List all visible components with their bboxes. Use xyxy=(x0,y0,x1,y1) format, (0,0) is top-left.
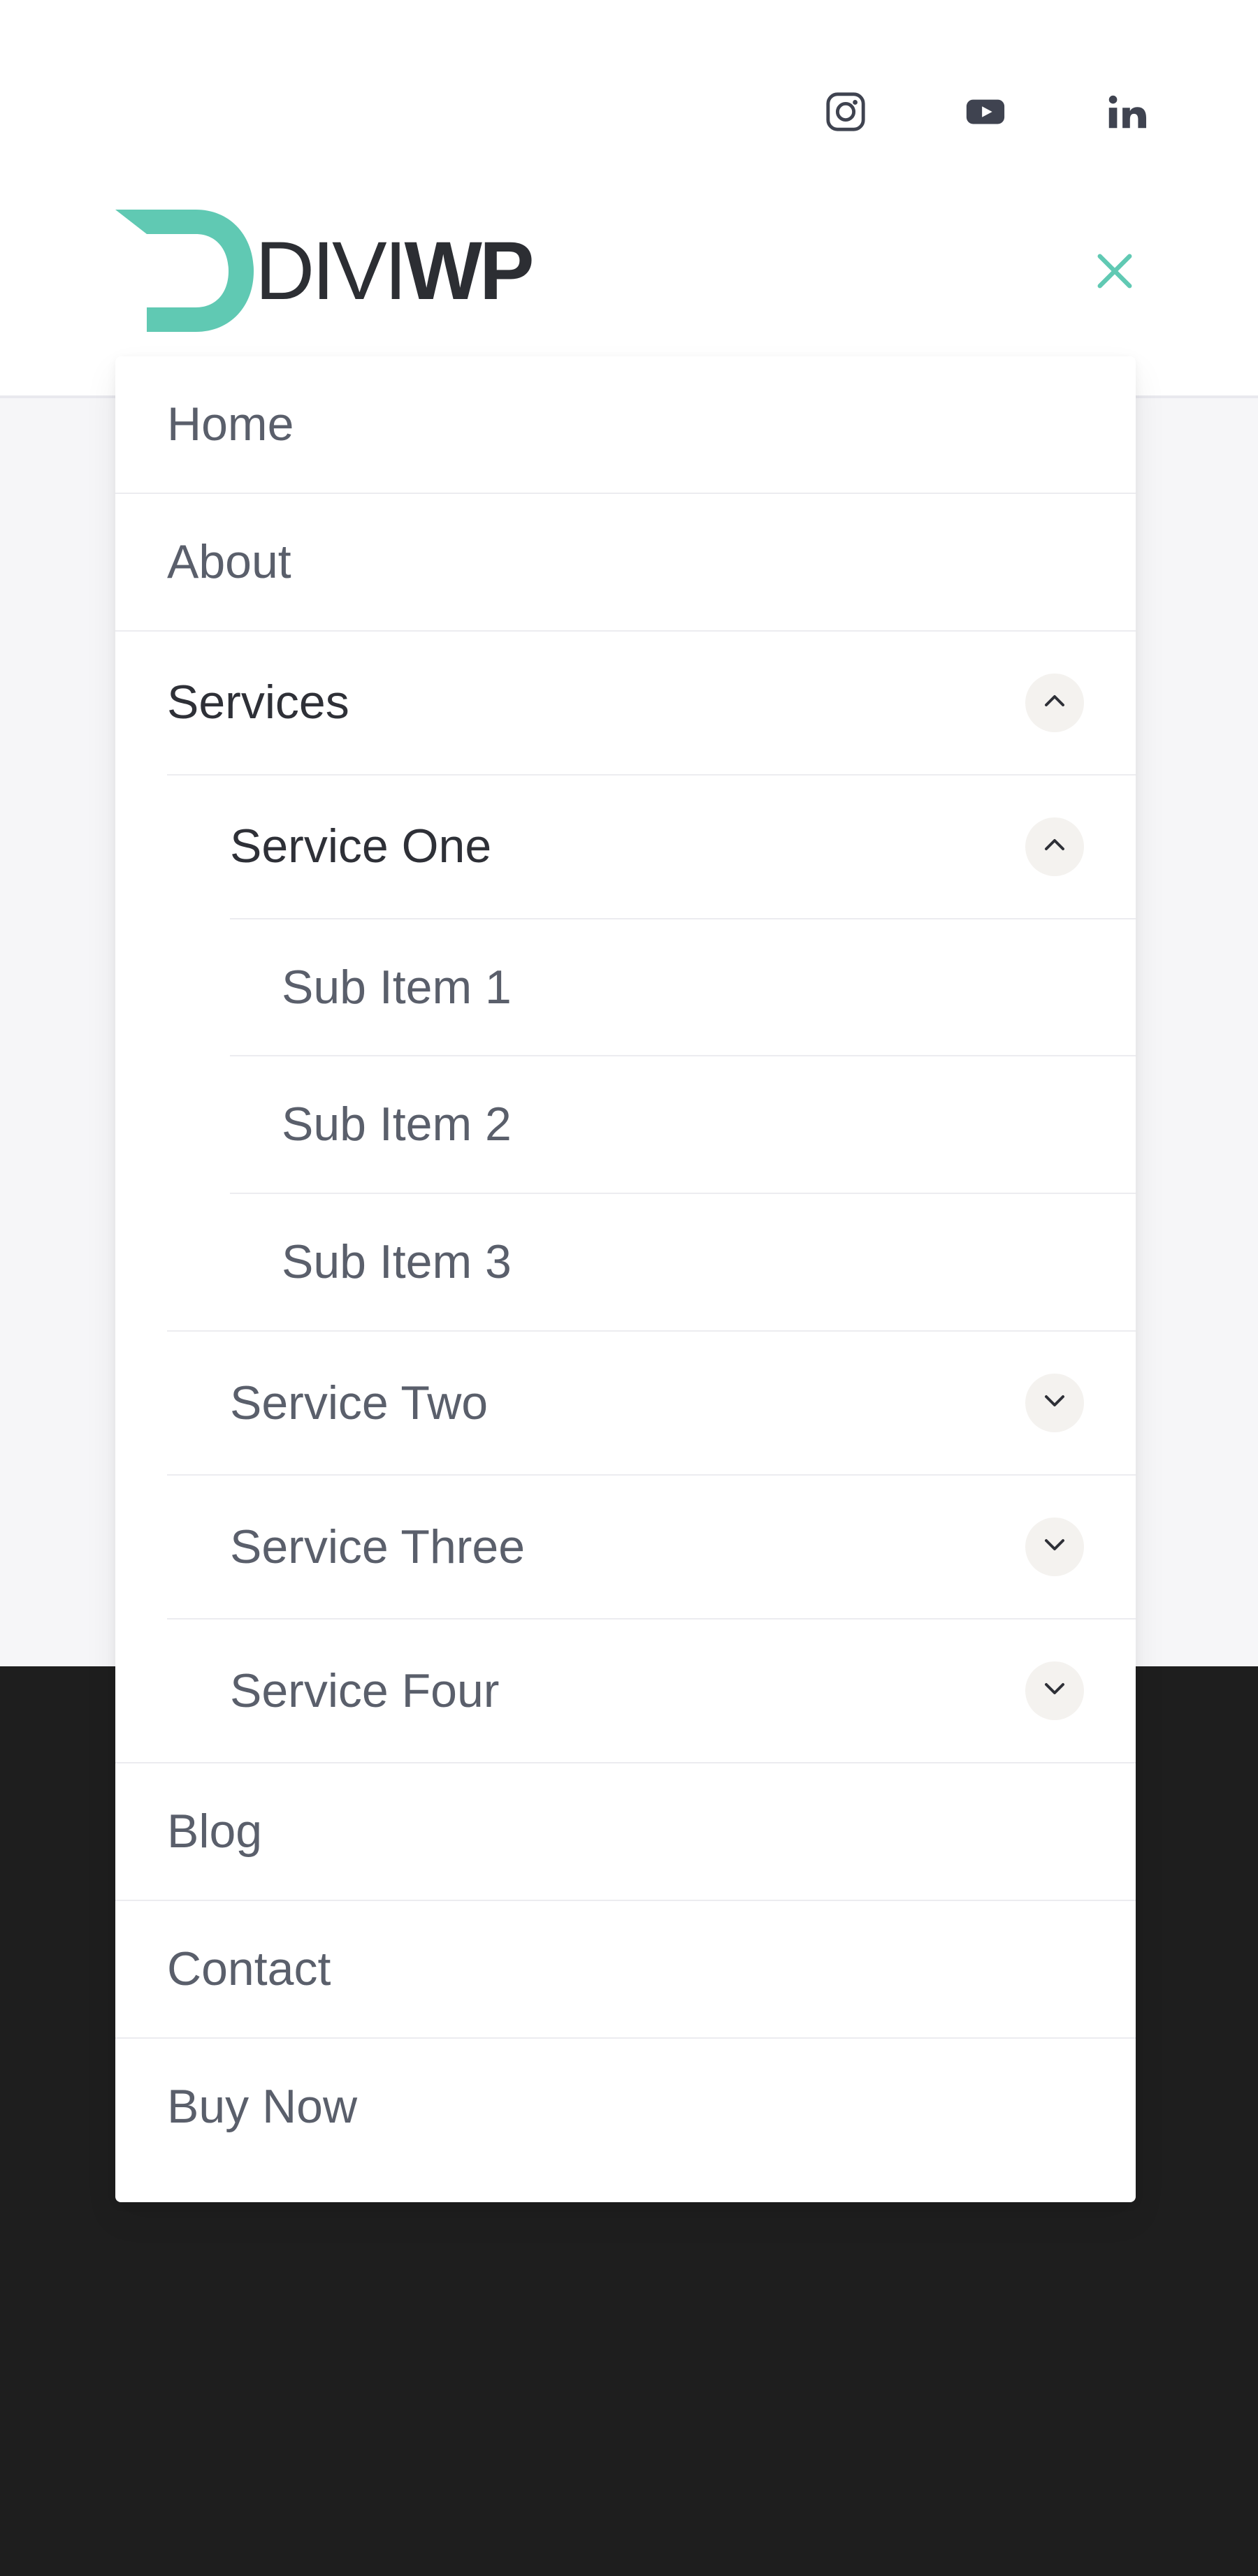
expand-toggle[interactable] xyxy=(1025,1661,1084,1720)
nav-item-label: Sub Item 1 xyxy=(282,961,512,1014)
logo-text: DIVIWP xyxy=(255,224,532,319)
nav-item-buy-now[interactable]: Buy Now xyxy=(115,2039,1136,2175)
nav-item-label: About xyxy=(167,536,291,588)
backdrop-band-top xyxy=(0,0,1258,398)
expand-toggle[interactable] xyxy=(1025,1374,1084,1432)
expand-toggle[interactable] xyxy=(1025,1518,1084,1576)
nav-item-sub-2[interactable]: Sub Item 2 xyxy=(230,1056,1136,1194)
nav-item-service-three[interactable]: Service Three xyxy=(167,1476,1136,1620)
nav-item-label: Service Four xyxy=(230,1665,499,1717)
expand-toggle[interactable] xyxy=(1025,817,1084,876)
close-menu-button[interactable] xyxy=(1087,243,1143,299)
nav-item-label: Service Three xyxy=(230,1521,525,1573)
mobile-nav-panel: Home About Services Service One xyxy=(115,356,1136,2202)
logo-text-bold: WP xyxy=(405,225,532,317)
logo-mark-icon xyxy=(115,210,255,332)
chevron-down-icon xyxy=(1042,1676,1067,1705)
nav-item-label: Service Two xyxy=(230,1377,488,1429)
linkedin-icon[interactable] xyxy=(1101,87,1150,136)
nav-item-contact[interactable]: Contact xyxy=(115,1901,1136,2039)
nav-item-sub-3[interactable]: Sub Item 3 xyxy=(230,1194,1136,1330)
youtube-icon[interactable] xyxy=(961,87,1010,136)
site-logo[interactable]: DIVIWP xyxy=(115,210,532,332)
nav-item-blog[interactable]: Blog xyxy=(115,1763,1136,1901)
site-header: DIVIWP xyxy=(115,210,1143,332)
nav-item-label: Buy Now xyxy=(167,2081,357,2133)
nav-item-label: Sub Item 2 xyxy=(282,1098,512,1151)
nav-item-sub-1[interactable]: Sub Item 1 xyxy=(230,919,1136,1057)
nav-item-home[interactable]: Home xyxy=(115,356,1136,494)
nav-item-label: Sub Item 3 xyxy=(282,1236,512,1288)
nav-item-label: Blog xyxy=(167,1805,262,1858)
expand-toggle[interactable] xyxy=(1025,674,1084,732)
nav-item-service-two[interactable]: Service Two xyxy=(167,1332,1136,1476)
nav-item-services[interactable]: Services Service One Sub Item 1 xyxy=(115,632,1136,1763)
nav-item-service-one[interactable]: Service One Sub Item 1 Sub Item 2 xyxy=(167,776,1136,1332)
nav-item-label: Contact xyxy=(167,1943,331,1995)
submenu-service-one: Sub Item 1 Sub Item 2 Sub Item 3 xyxy=(230,918,1136,1330)
chevron-up-icon xyxy=(1042,832,1067,861)
nav-item-label: Services xyxy=(167,676,349,729)
nav-item-label: Service One xyxy=(230,820,491,873)
nav-item-label: Home xyxy=(167,398,294,451)
instagram-icon[interactable] xyxy=(821,87,870,136)
nav-item-service-four[interactable]: Service Four xyxy=(167,1620,1136,1762)
chevron-down-icon xyxy=(1042,1532,1067,1561)
nav-item-about[interactable]: About xyxy=(115,494,1136,632)
chevron-down-icon xyxy=(1042,1388,1067,1417)
logo-text-thin: DIVI xyxy=(255,225,405,317)
chevron-up-icon xyxy=(1042,688,1067,717)
submenu-services: Service One Sub Item 1 Sub Item 2 xyxy=(167,774,1136,1762)
social-links xyxy=(821,87,1150,136)
